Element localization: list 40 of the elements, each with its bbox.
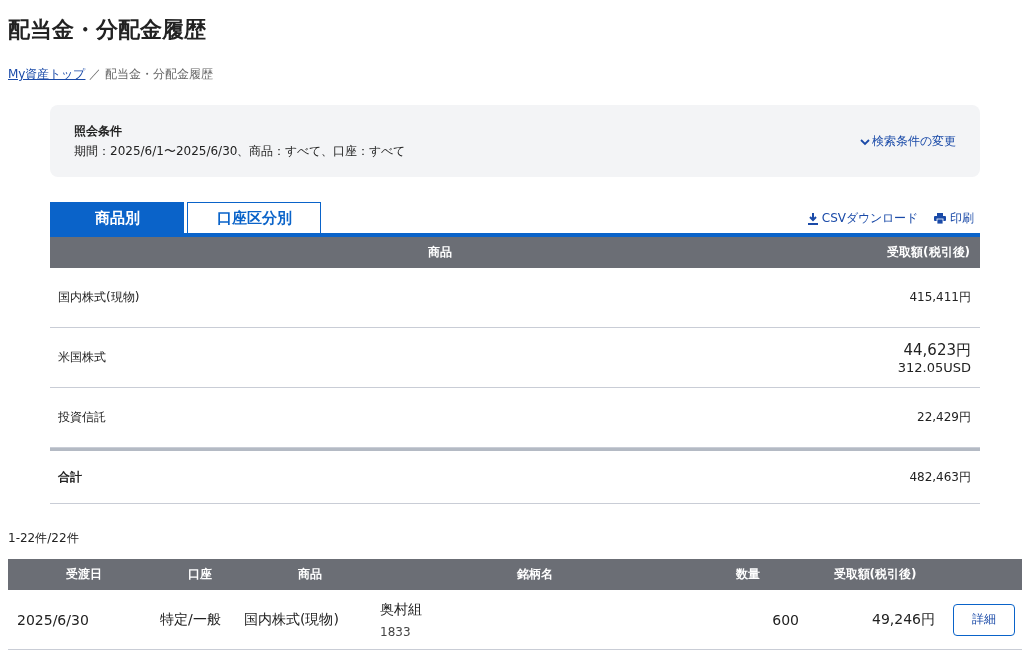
product-name: 米国株式: [57, 349, 107, 366]
usd-amount: 312.05USD: [897, 359, 971, 375]
amount: 44,623円: [903, 340, 971, 360]
download-icon: [807, 212, 818, 225]
security-code: 1833: [380, 624, 412, 639]
tab[interactable]: 商品別: [50, 202, 184, 233]
result-count: 1-22件/22件: [8, 530, 80, 547]
printer-icon: [934, 213, 946, 224]
amount-cell-text: 49,246円: [871, 610, 936, 629]
column-header: 商品: [427, 244, 453, 261]
column-header: 商品: [297, 566, 323, 583]
chevron-down-icon: [860, 137, 870, 146]
breadcrumb-separator: ／: [89, 66, 102, 83]
column-header: 受渡日: [65, 566, 103, 583]
total-label: 合計: [57, 468, 83, 486]
page-title: 配当金・分配金履歴: [8, 16, 207, 44]
quantity-cell-text: 600: [771, 611, 800, 628]
amount: 22,429円: [917, 409, 971, 426]
product-cell-text: 国内株式(現物): [243, 610, 340, 629]
tab[interactable]: 口座区分別: [187, 202, 321, 233]
column-header: 口座: [187, 566, 213, 583]
csv-download-link[interactable]: CSVダウンロード: [807, 210, 918, 227]
amount: 415,411円: [909, 289, 971, 306]
product-name: 投資信託: [57, 409, 107, 426]
print-link[interactable]: 印刷: [934, 210, 974, 227]
breadcrumb-link[interactable]: My資産トップ: [8, 66, 86, 83]
security-name: 奥村組: [380, 600, 423, 619]
column-header: 銘柄名: [516, 566, 554, 583]
conditions-title: 照会条件: [74, 123, 123, 140]
account-cell-text: 特定/一般: [160, 610, 222, 629]
date-cell-text: 2025/6/30: [16, 611, 90, 628]
detail-button[interactable]: 詳細: [952, 603, 1015, 636]
product-name: 国内株式(現物): [57, 289, 141, 306]
breadcrumb-current: 配当金・分配金履歴: [105, 66, 214, 83]
column-header: 数量: [734, 566, 761, 583]
total-amount: 482,463円: [909, 468, 971, 486]
change-conditions-link[interactable]: 検索条件の変更: [860, 133, 956, 150]
column-header: 受取額(税引後): [832, 566, 918, 583]
conditions-text: 期間：2025/6/1〜2025/6/30、商品：すべて、口座：すべて: [74, 143, 406, 160]
column-header: 受取額(税引後): [886, 244, 971, 261]
